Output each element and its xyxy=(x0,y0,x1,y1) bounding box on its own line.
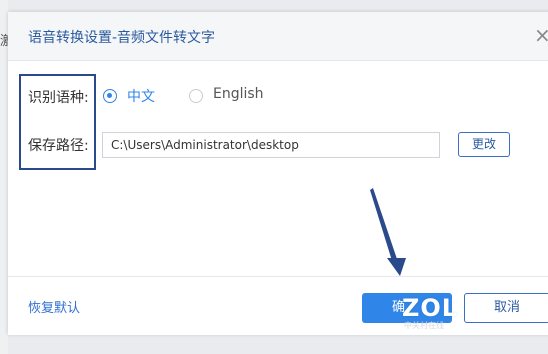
zol-watermark: ZOL 中关村在线 xyxy=(398,294,470,334)
watermark-logo: ZOL xyxy=(402,294,459,322)
watermark-subtext: 中关村在线 xyxy=(404,321,444,330)
